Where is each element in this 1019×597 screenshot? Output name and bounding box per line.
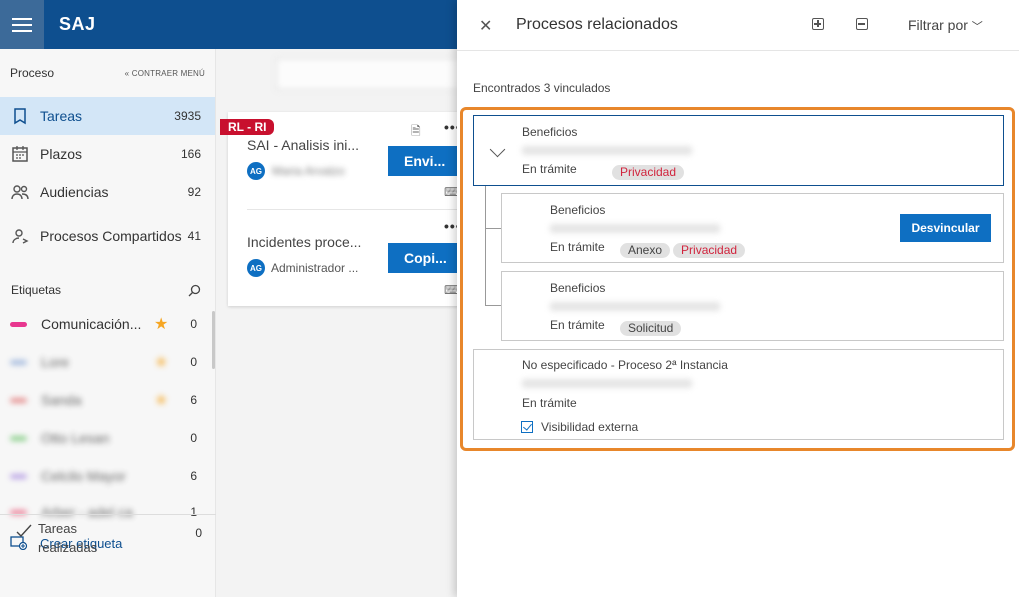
filter-dropdown[interactable]: Filtrar por ﹀ — [908, 17, 983, 34]
tag-chip: Privacidad — [612, 165, 685, 180]
people-icon — [11, 185, 29, 200]
task-title[interactable]: Incidentes proce... — [247, 234, 361, 250]
tag-item[interactable]: Sanda ★ 6 — [0, 381, 215, 419]
process-number — [550, 224, 720, 233]
collapse-menu-button[interactable]: « CONTRAER MENÚ — [125, 69, 205, 78]
sidebar-item-count: 166 — [180, 147, 201, 161]
filter-label: Filtrar por — [908, 17, 968, 33]
tree-connector — [485, 305, 501, 306]
tag-color-swatch — [10, 359, 27, 365]
bookmark-icon — [14, 108, 26, 125]
completed-tasks-label: Tareas realizadas — [38, 521, 98, 555]
brand-logo[interactable]: SAJ — [59, 14, 96, 35]
check-icon — [16, 524, 32, 538]
process-type: Beneficios — [522, 125, 578, 139]
star-icon[interactable]: ★ — [154, 390, 168, 410]
results-count: Encontrados 3 vinculados — [473, 81, 611, 95]
process-type: No especificado - Proceso 2ª Instancia — [522, 358, 728, 372]
send-button[interactable]: Envi... — [388, 146, 457, 176]
completed-tasks-item[interactable]: Tareas realizadas 0 — [0, 514, 216, 557]
star-icon[interactable]: ★ — [154, 352, 168, 372]
sidebar-item-count: 92 — [187, 185, 201, 199]
task-title[interactable]: SAI - Analisis ini... — [247, 137, 359, 153]
tag-count: 0 — [190, 355, 197, 369]
tag-count: 6 — [190, 393, 197, 407]
search-input[interactable] — [276, 58, 476, 90]
tag-color-swatch — [10, 321, 27, 327]
process-type: Beneficios — [550, 281, 606, 295]
tag-count: 6 — [190, 469, 197, 483]
star-icon[interactable]: ★ — [154, 314, 168, 334]
panel-header: ✕ Procesos relacionados Filtrar por ﹀ — [457, 0, 1019, 51]
tag-item[interactable]: Comunicación... ★ 0 — [0, 305, 215, 343]
calendar-icon — [12, 146, 28, 162]
completed-tasks-count: 0 — [195, 526, 202, 540]
sidebar-item-label: Tareas — [40, 108, 83, 124]
external-visibility-label: Visibilidad externa — [541, 420, 639, 434]
menu-icon[interactable] — [0, 0, 44, 49]
avatar: AG — [247, 162, 265, 180]
tag-name: Celcilo Mayor — [41, 468, 126, 484]
tag-chip: Anexo — [620, 243, 671, 258]
divider — [247, 209, 460, 210]
task-assignee: Administrador ... — [271, 261, 359, 275]
tag-name: Sanda — [41, 392, 82, 408]
process-card[interactable]: Beneficios En trámite Privacidad — [473, 115, 1004, 186]
sidebar-scrollbar[interactable] — [212, 311, 215, 369]
process-state: En trámite — [522, 162, 577, 176]
chevron-down-icon: ﹀ — [971, 21, 983, 33]
tag-count: 0 — [190, 317, 197, 331]
process-number — [522, 146, 692, 155]
tag-count: 0 — [190, 431, 197, 445]
sidebar-item-tareas[interactable]: Tareas 3935 — [0, 97, 215, 135]
external-visibility-checkbox[interactable]: Visibilidad externa — [521, 420, 638, 434]
tree-connector — [485, 186, 486, 306]
avatar: AG — [247, 259, 265, 277]
close-icon[interactable]: ✕ — [479, 16, 492, 36]
process-state: En trámite — [522, 396, 577, 410]
copy-button[interactable]: Copi... — [388, 243, 457, 273]
expand-all-icon[interactable] — [812, 18, 824, 30]
sidebar-item-procesos-compartidos[interactable]: Procesos Compartidos 41 — [0, 211, 215, 261]
tag-item[interactable]: Lore ★ 0 — [0, 343, 215, 381]
sidebar-item-plazos[interactable]: Plazos 166 — [0, 135, 215, 173]
panel-title: Procesos relacionados — [516, 16, 678, 33]
tag-item[interactable]: Celcilo Mayor 6 — [0, 457, 215, 495]
tag-item[interactable]: Otto Lesan 0 — [0, 419, 215, 457]
process-state: En trámite — [550, 318, 605, 332]
related-processes-panel: ✕ Procesos relacionados Filtrar por ﹀ En… — [457, 0, 1019, 597]
process-number — [550, 302, 720, 311]
process-type: Beneficios — [550, 203, 606, 217]
tag-color-swatch — [10, 397, 27, 403]
chevron-down-icon[interactable] — [489, 141, 506, 158]
unlink-button[interactable]: Desvincular — [900, 214, 991, 242]
shared-user-icon — [12, 229, 29, 244]
task-badge: RL - RI — [220, 119, 275, 135]
tags-title: Etiquetas — [11, 283, 62, 297]
checkbox-checked-icon[interactable] — [521, 421, 533, 433]
process-number — [522, 379, 692, 388]
sidebar-item-label: Plazos — [40, 146, 83, 162]
tag-color-swatch — [10, 473, 27, 479]
document-icon[interactable]: 🗎 — [411, 122, 421, 143]
tree-connector — [485, 228, 501, 229]
search-icon[interactable] — [188, 284, 201, 297]
process-state: En trámite — [550, 240, 605, 254]
tag-color-swatch — [10, 435, 27, 441]
tag-name: Comunicación... — [41, 316, 142, 332]
collapse-all-icon[interactable] — [856, 18, 868, 30]
sidebar-item-label: Procesos Compartidos — [40, 228, 182, 244]
sidebar-section-title: Proceso — [10, 66, 55, 80]
task-assignee: Maria Arvalzo — [272, 164, 345, 178]
process-card[interactable]: Beneficios En trámite Solicitud — [501, 271, 1004, 341]
tag-name: Lore — [41, 354, 70, 370]
sidebar-item-count: 41 — [187, 229, 201, 243]
sidebar-item-audiencias[interactable]: Audiencias 92 — [0, 173, 215, 211]
tag-chip: Solicitud — [620, 321, 682, 336]
tag-chip: Privacidad — [673, 243, 746, 258]
sidebar-item-count: 3935 — [174, 109, 201, 123]
tag-name: Otto Lesan — [41, 430, 110, 446]
sidebar-item-label: Audiencias — [40, 184, 109, 200]
